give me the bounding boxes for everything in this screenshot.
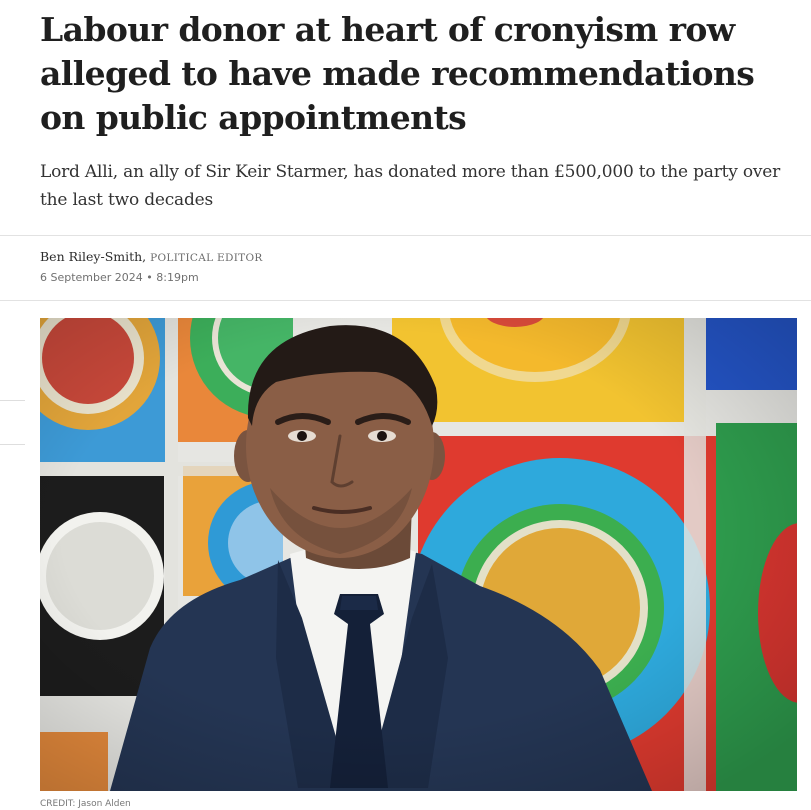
author-role: POLITICAL EDITOR xyxy=(150,252,263,264)
article-hero-image[interactable] xyxy=(40,318,797,791)
image-credit: CREDIT: Jason Alden xyxy=(40,799,131,809)
article-headline: Labour donor at heart of cronyism row al… xyxy=(40,10,755,137)
author-name-link[interactable]: Ben Riley-Smith, xyxy=(40,249,146,264)
publish-date: 6 September 2024 • 8:19pm xyxy=(40,271,199,284)
article-standfirst: Lord Alli, an ally of Sir Keir Starmer, … xyxy=(40,162,781,210)
portrait-photo-icon xyxy=(40,318,797,791)
byline: Ben Riley-Smith, POLITICAL EDITOR xyxy=(40,249,263,264)
article-page: Labour donor at heart of cronyism row al… xyxy=(0,0,811,810)
side-divider xyxy=(0,400,25,401)
divider-bottom xyxy=(0,300,811,301)
side-divider xyxy=(0,444,25,445)
divider-top xyxy=(0,235,811,236)
